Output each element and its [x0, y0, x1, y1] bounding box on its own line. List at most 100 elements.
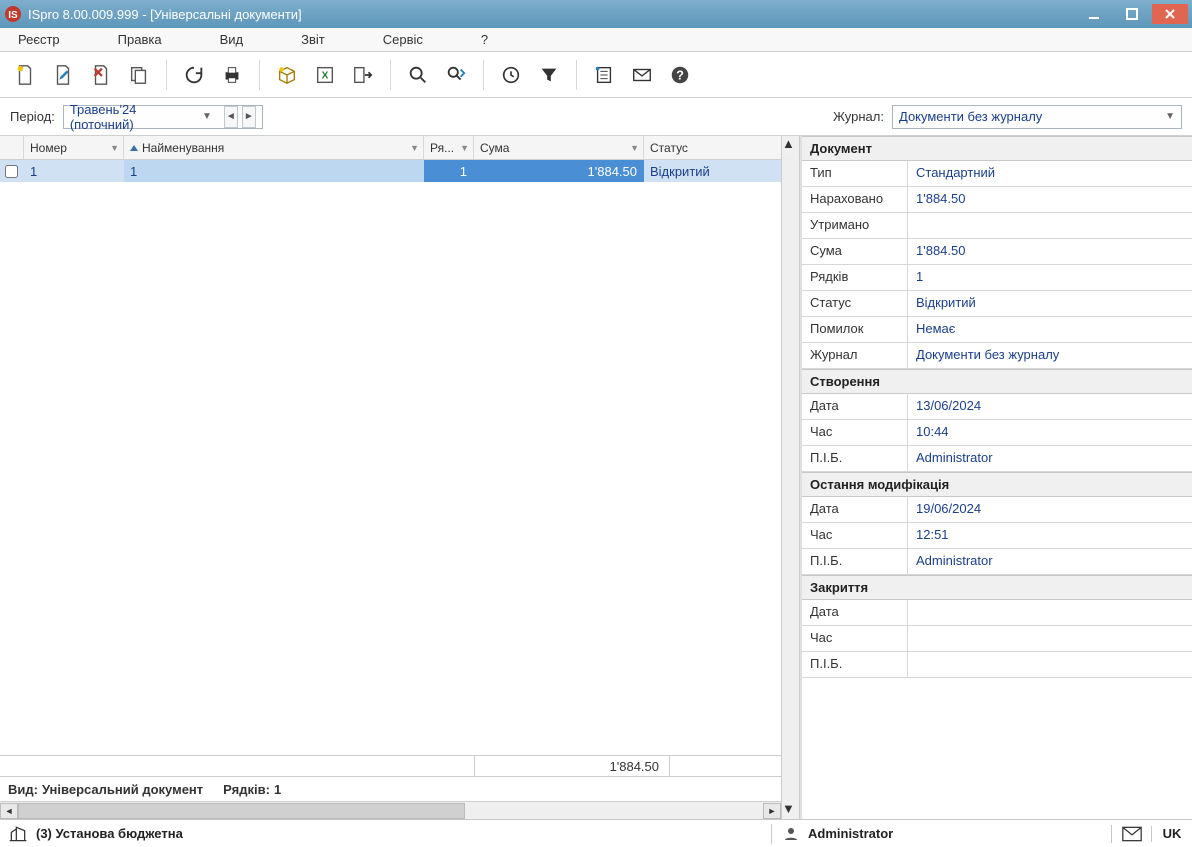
menu-view[interactable]: Вид [214, 30, 250, 49]
app-icon: IS [4, 5, 22, 23]
maximize-button[interactable] [1114, 4, 1150, 24]
grid-header: Номер ▼ Найменування ▼ Ря... ▼ Сума ▼ [0, 136, 781, 160]
footer-view-value: Універсальний документ [42, 782, 203, 797]
detail-row-modified-date: Дата 19/06/2024 [802, 497, 1192, 523]
detail-row-journal: Журнал Документи без журналу [802, 343, 1192, 369]
grid-header-status[interactable]: Статус [644, 136, 781, 159]
period-next-button[interactable]: ► [242, 106, 256, 128]
detail-row-modified-time: Час 12:51 [802, 523, 1192, 549]
status-mail-button[interactable] [1112, 826, 1152, 842]
mail-icon[interactable] [625, 58, 659, 92]
period-value: Травень'24 (поточний) [70, 102, 192, 132]
new-document-icon[interactable] [8, 58, 42, 92]
detail-row-status: Статус Відкритий [802, 291, 1192, 317]
list-icon[interactable] [587, 58, 621, 92]
delete-document-icon[interactable] [84, 58, 118, 92]
grid-header-status-label: Статус [650, 141, 688, 155]
search-next-icon[interactable] [439, 58, 473, 92]
detail-row-closed-name: П.І.Б. [802, 652, 1192, 678]
grid-header-rows[interactable]: Ря... ▼ [424, 136, 474, 159]
status-org: (3) Установа бюджетна [36, 826, 183, 841]
menu-help[interactable]: ? [475, 30, 494, 49]
detail-row-type: Тип Стандартний [802, 161, 1192, 187]
chevron-down-icon: ▼ [410, 143, 419, 153]
journal-combo[interactable]: Документи без журналу ▼ [892, 105, 1182, 129]
grid-footer-sum: 1'884.50 [0, 755, 781, 777]
journal-label: Журнал: [833, 109, 884, 124]
menu-service[interactable]: Сервіс [377, 30, 429, 49]
svg-text:X: X [322, 70, 329, 81]
help-icon[interactable]: ? [663, 58, 697, 92]
grid-header-number[interactable]: Номер ▼ [24, 136, 124, 159]
search-icon[interactable] [401, 58, 435, 92]
grid-header-check[interactable] [0, 136, 24, 159]
period-prev-button[interactable]: ◄ [224, 106, 238, 128]
refresh-icon[interactable] [177, 58, 211, 92]
sort-asc-icon [130, 145, 138, 151]
filter-bar: Період: Травень'24 (поточний) ▼ ◄ ► Журн… [0, 98, 1192, 136]
details-section-created: Створення [802, 369, 1192, 394]
svg-text:?: ? [676, 67, 684, 82]
user-icon [782, 825, 800, 843]
grid-footer-sum-value: 1'884.50 [475, 756, 670, 776]
vertical-scrollbar[interactable]: ▲ ▼ [781, 136, 799, 819]
chevron-down-icon: ▼ [630, 143, 639, 153]
scroll-up-button[interactable]: ▲ [782, 136, 799, 154]
detail-row-accrued: Нараховано 1'884.50 [802, 187, 1192, 213]
detail-row-created-date: Дата 13/06/2024 [802, 394, 1192, 420]
grid-header-number-label: Номер [30, 141, 67, 155]
chevron-down-icon: ▼ [202, 111, 212, 122]
filter-icon[interactable] [532, 58, 566, 92]
row-rows: 1 [424, 160, 474, 182]
grid-header-sum[interactable]: Сума ▼ [474, 136, 644, 159]
chevron-down-icon: ▼ [110, 143, 119, 153]
package-icon[interactable] [270, 58, 304, 92]
detail-row-closed-time: Час [802, 626, 1192, 652]
scroll-right-button[interactable]: ► [763, 803, 781, 819]
footer-rows-label: Рядків: [223, 782, 270, 797]
journal-value: Документи без журналу [899, 109, 1042, 124]
status-lang[interactable]: UK [1152, 826, 1192, 841]
menu-edit[interactable]: Правка [112, 30, 168, 49]
detail-row-modified-name: П.І.Б. Administrator [802, 549, 1192, 575]
horizontal-scrollbar[interactable]: ◄ ► [0, 801, 781, 819]
chevron-down-icon: ▼ [460, 143, 469, 153]
copy-icon[interactable] [122, 58, 156, 92]
menu-report[interactable]: Звіт [295, 30, 331, 49]
details-panel: Документ Тип Стандартний Нараховано 1'88… [800, 136, 1192, 819]
status-bar: (3) Установа бюджетна Administrator UK [0, 819, 1192, 847]
export-icon[interactable] [346, 58, 380, 92]
scroll-left-button[interactable]: ◄ [0, 803, 18, 819]
footer-rows-value: 1 [274, 782, 281, 797]
detail-row-sum: Сума 1'884.50 [802, 239, 1192, 265]
window-title: ISpro 8.00.009.999 - [Універсальні докум… [28, 7, 302, 22]
grid-panel: Номер ▼ Найменування ▼ Ря... ▼ Сума ▼ [0, 136, 800, 819]
menu-bar: Реєстр Правка Вид Звіт Сервіс ? [0, 28, 1192, 52]
detail-row-rows: Рядків 1 [802, 265, 1192, 291]
excel-export-icon[interactable]: X [308, 58, 342, 92]
print-icon[interactable] [215, 58, 249, 92]
grid-header-name[interactable]: Найменування ▼ [124, 136, 424, 159]
row-name: 1 [124, 160, 424, 182]
row-status: Відкритий [644, 160, 781, 182]
detail-row-errors: Помилок Немає [802, 317, 1192, 343]
toolbar: X ? [0, 52, 1192, 98]
scroll-down-button[interactable]: ▼ [782, 801, 799, 819]
detail-row-withheld: Утримано [802, 213, 1192, 239]
row-checkbox[interactable] [0, 160, 24, 182]
detail-row-created-name: П.І.Б. Administrator [802, 446, 1192, 472]
period-combo[interactable]: Травень'24 (поточний) ▼ ◄ ► [63, 105, 263, 129]
period-label: Період: [10, 109, 55, 124]
title-bar: IS ISpro 8.00.009.999 - [Універсальні до… [0, 0, 1192, 28]
edit-document-icon[interactable] [46, 58, 80, 92]
minimize-button[interactable] [1076, 4, 1112, 24]
table-row[interactable]: 1 1 1 1'884.50 Відкритий [0, 160, 781, 182]
status-user: Administrator [808, 826, 893, 841]
building-icon [8, 824, 28, 844]
close-button[interactable] [1152, 4, 1188, 24]
row-number: 1 [24, 160, 124, 182]
menu-registry[interactable]: Реєстр [12, 30, 66, 49]
detail-row-created-time: Час 10:44 [802, 420, 1192, 446]
history-icon[interactable] [494, 58, 528, 92]
svg-text:IS: IS [8, 10, 18, 21]
